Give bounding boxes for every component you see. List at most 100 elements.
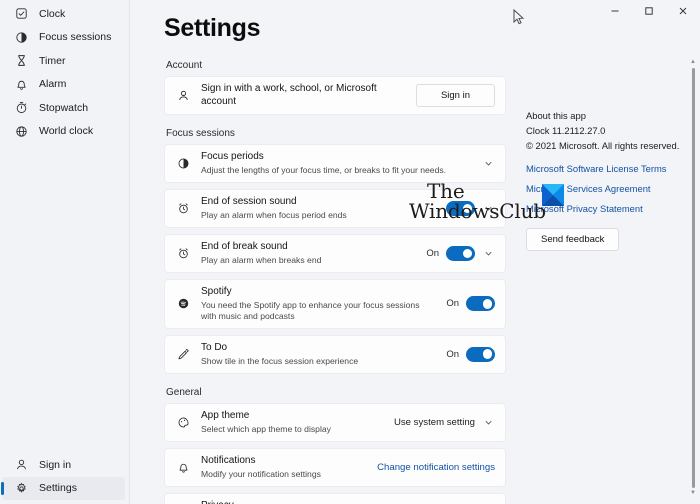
sidebar-top-nav: Clock Focus sessions Timer [0,2,129,143]
card-subtitle: Modify your notification settings [201,469,367,480]
card-subtitle: Play an alarm when focus period ends [201,210,429,221]
sidebar-item-clock[interactable]: Clock [0,2,129,26]
sidebar-item-world-clock[interactable]: World clock [0,120,129,144]
sidebar-item-label: Focus sessions [39,31,111,43]
sidebar-item-focus-sessions[interactable]: Focus sessions [0,26,129,50]
sidebar-item-timer[interactable]: Timer [0,49,129,73]
services-agreement-link[interactable]: Microsoft Services Agreement [526,183,682,194]
notifications-card[interactable]: Notifications Modify your notification s… [164,448,506,487]
scroll-down-arrow-icon[interactable]: ▼ [690,489,696,498]
privacy-card[interactable]: Privacy Your data is stored on your devi… [164,493,506,504]
settings-page: Settings Account Sign in [130,0,700,504]
chevron-down-icon[interactable] [482,157,495,170]
card-title: To Do [201,342,436,355]
card-subtitle: Show tile in the focus session experienc… [201,356,436,367]
sidebar-item-label: Sign in [39,459,71,471]
toggle-state-label: On [446,349,459,360]
card-subtitle: You need the Spotify app to enhance your… [201,300,436,322]
clock-icon [14,7,28,21]
scroll-up-arrow-icon[interactable]: ▲ [690,58,696,67]
sidebar-item-stopwatch[interactable]: Stopwatch [0,96,129,120]
person-icon [176,88,191,103]
toggle-knob [483,349,493,359]
theme-icon [176,415,191,430]
card-subtitle: Play an alarm when breaks end [201,255,416,266]
app-theme-select-value[interactable]: Use system setting [394,417,475,428]
settings-column: Account Sign in with a work, school, or … [164,60,506,504]
sign-in-button[interactable]: Sign in [416,84,495,107]
sidebar-item-sign-in[interactable]: Sign in [0,453,129,477]
privacy-statement-link[interactable]: Microsoft Privacy Statement [526,203,682,214]
scrollbar-track[interactable] [688,67,698,489]
world-clock-icon [14,124,28,138]
sidebar: Clock Focus sessions Timer [0,0,130,504]
send-feedback-button[interactable]: Send feedback [526,228,619,251]
toggle-state-label: On [426,248,439,259]
app-theme-card[interactable]: App theme Select which app theme to disp… [164,403,506,442]
toggle-switch[interactable] [446,201,475,216]
alarm-clock-icon [176,201,191,216]
sidebar-item-label: Alarm [39,78,66,90]
section-label-focus-sessions: Focus sessions [166,128,506,139]
focus-sessions-icon [14,30,28,44]
sidebar-item-label: Timer [39,55,65,67]
account-sign-in-card[interactable]: Sign in with a work, school, or Microsof… [164,76,506,115]
card-subtitle: Adjust the lengths of your focus time, o… [201,165,472,176]
toggle-knob [463,204,473,214]
section-label-general: General [166,387,506,398]
person-icon [14,458,28,472]
toggle-switch[interactable] [466,296,495,311]
alarm-icon [14,77,28,91]
spotify-card[interactable]: Spotify You need the Spotify app to enha… [164,279,506,329]
spotify-icon [176,296,191,311]
change-notification-settings-link[interactable]: Change notification settings [377,462,495,473]
sidebar-item-alarm[interactable]: Alarm [0,73,129,97]
card-title: End of break sound [201,241,416,254]
chevron-down-icon[interactable] [482,247,495,260]
todo-card[interactable]: To Do Show tile in the focus session exp… [164,335,506,374]
sidebar-item-label: Settings [39,482,77,494]
vertical-scrollbar[interactable]: ▲ ▼ [688,58,698,498]
about-heading: About this app [526,108,682,123]
timer-icon [14,54,28,68]
license-terms-link[interactable]: Microsoft Software License Terms [526,163,682,174]
about-panel: About this app Clock 11.2112.27.0 © 2021… [526,60,682,504]
section-label-account: Account [166,60,506,71]
toggle-state-label: On [446,298,459,309]
maximize-button[interactable] [632,0,666,22]
clock-settings-window: Clock Focus sessions Timer [0,0,700,504]
minimize-button[interactable] [598,0,632,22]
card-title: App theme [201,410,384,423]
toggle-switch[interactable] [446,246,475,261]
card-subtitle: Select which app theme to display [201,424,384,435]
about-version: Clock 11.2112.27.0 [526,123,682,138]
main-content: Settings Account Sign in [130,0,700,504]
toggle-knob [483,299,493,309]
toggle-switch[interactable] [466,347,495,362]
sidebar-bottom-nav: Sign in Settings [0,453,129,504]
chevron-down-icon[interactable] [482,416,495,429]
sidebar-item-label: World clock [39,125,93,137]
about-copyright: © 2021 Microsoft. All rights reserved. [526,138,682,153]
bell-icon [176,460,191,475]
scrollbar-thumb[interactable] [692,68,695,488]
chevron-down-icon[interactable] [482,202,495,215]
end-of-break-sound-card[interactable]: End of break sound Play an alarm when br… [164,234,506,273]
focus-periods-card[interactable]: Focus periods Adjust the lengths of your… [164,144,506,183]
card-title: End of session sound [201,196,429,209]
close-button[interactable] [666,0,700,22]
card-title: Spotify [201,286,436,299]
sidebar-item-settings[interactable]: Settings [2,477,125,501]
stopwatch-icon [14,101,28,115]
toggle-knob [463,249,473,259]
card-title: Focus periods [201,151,472,164]
gear-icon [14,481,28,495]
sidebar-item-label: Clock [39,8,65,20]
end-of-session-sound-card[interactable]: End of session sound Play an alarm when … [164,189,506,228]
account-row-title: Sign in with a work, school, or Microsof… [201,83,406,108]
feedback-wrap: Send feedback [526,228,682,251]
about-links: Microsoft Software License Terms Microso… [526,163,682,214]
alarm-clock-icon [176,246,191,261]
todo-icon [176,347,191,362]
focus-periods-icon [176,156,191,171]
